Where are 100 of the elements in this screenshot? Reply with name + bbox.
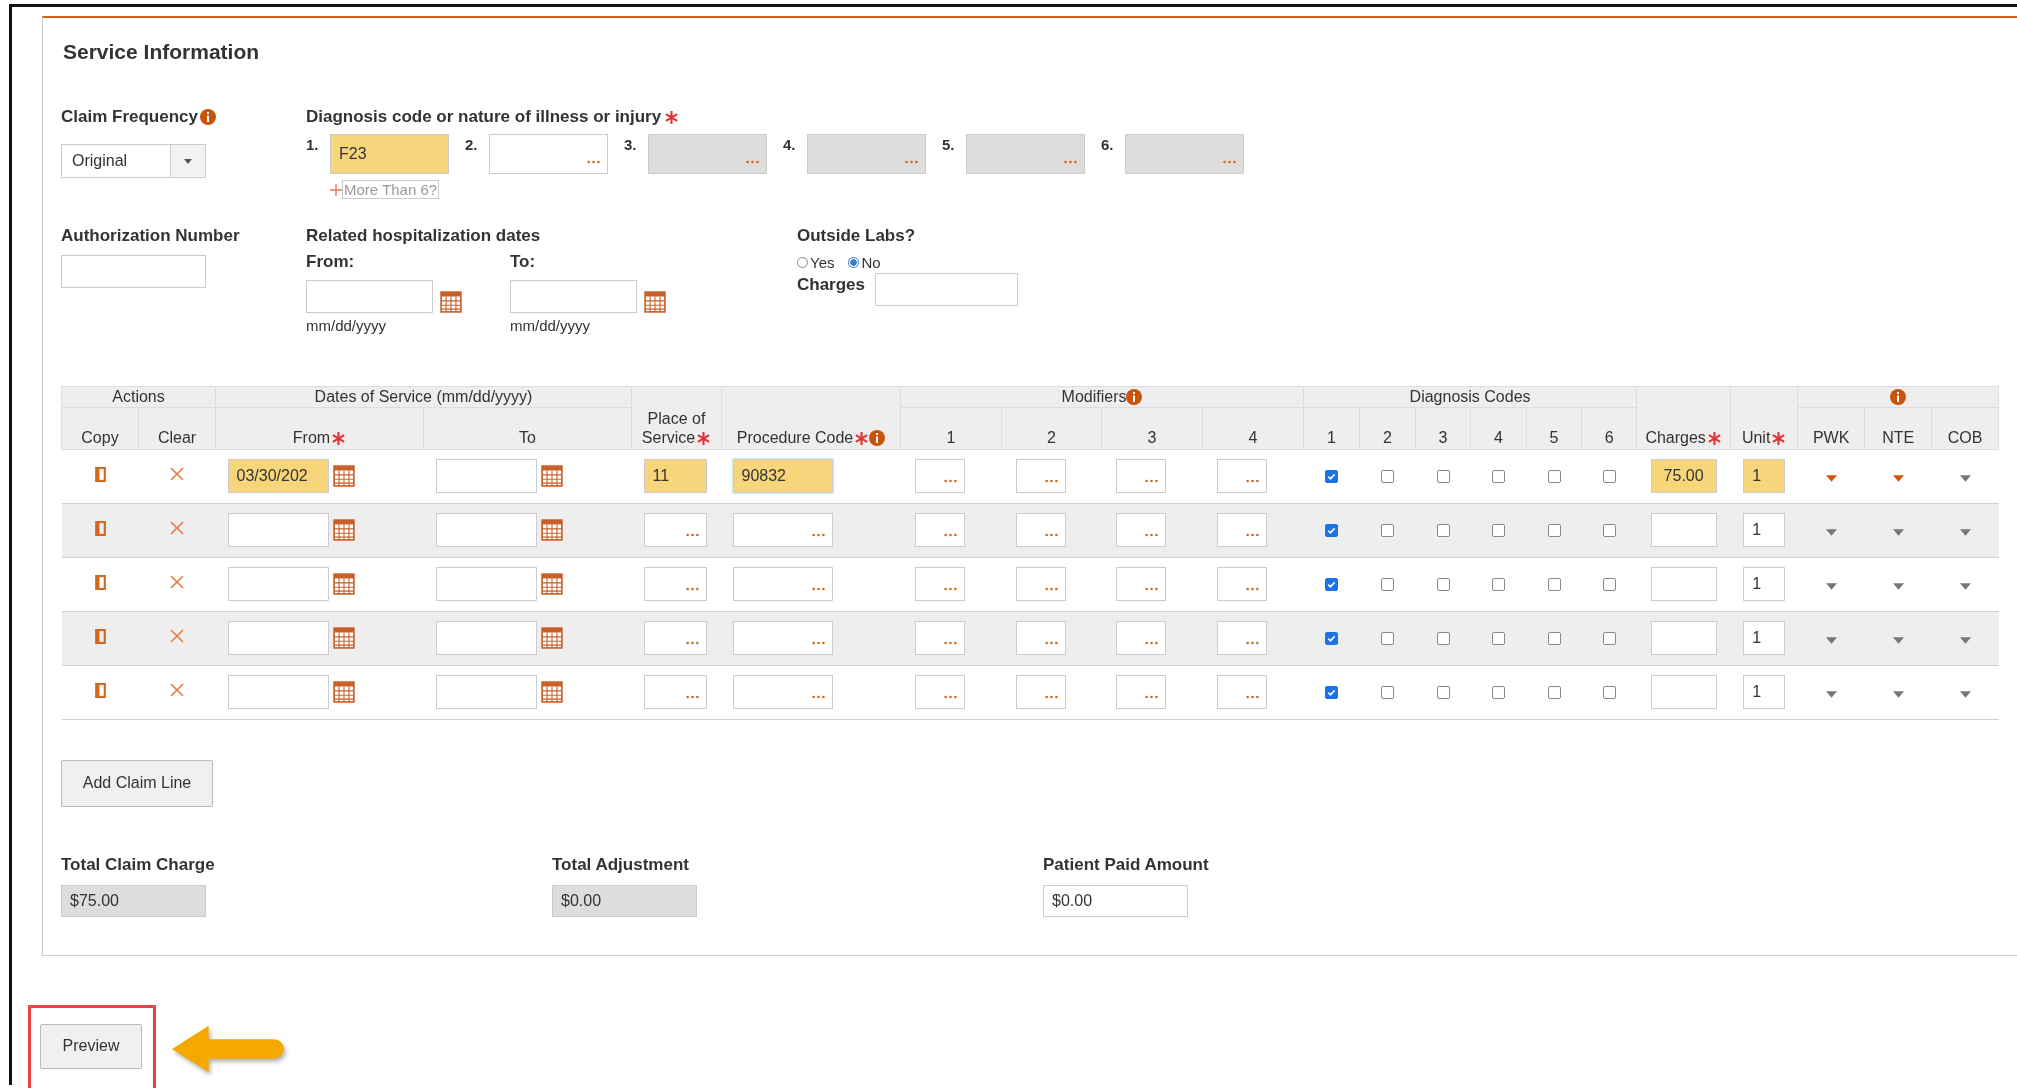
lookup-icon[interactable] <box>1245 587 1259 591</box>
checkbox[interactable] <box>1602 470 1616 484</box>
calendar-icon[interactable] <box>540 627 563 649</box>
calendar-icon[interactable] <box>332 681 355 703</box>
modifier-field[interactable] <box>1015 459 1066 493</box>
charges-field[interactable] <box>1650 675 1717 709</box>
procedure-field[interactable] <box>732 621 833 655</box>
calendar-icon[interactable] <box>332 465 355 487</box>
dropdown-caret-icon[interactable] <box>1825 474 1837 482</box>
dropdown-caret-icon[interactable] <box>1892 474 1904 482</box>
unit-field[interactable]: 1 <box>1743 621 1786 655</box>
charges-field[interactable]: 75.00 <box>1650 459 1717 493</box>
modifier-field[interactable] <box>1115 675 1166 709</box>
lookup-icon[interactable] <box>1144 479 1158 483</box>
diagnosis-field[interactable] <box>489 134 608 174</box>
amount-field[interactable]: $0.00 <box>1043 884 1188 917</box>
calendar-icon[interactable] <box>540 573 563 595</box>
lookup-icon[interactable] <box>685 587 699 591</box>
checkbox[interactable] <box>1436 632 1450 646</box>
clear-icon[interactable] <box>170 575 184 589</box>
dropdown-caret-icon[interactable] <box>1892 636 1904 644</box>
calendar-icon[interactable] <box>332 573 355 595</box>
modifier-field[interactable] <box>914 567 965 601</box>
lookup-icon[interactable] <box>811 641 825 645</box>
checkbox[interactable] <box>1492 578 1506 592</box>
modifier-field[interactable] <box>914 675 965 709</box>
lookup-icon[interactable] <box>1144 641 1158 645</box>
procedure-field[interactable] <box>732 675 833 709</box>
date-field[interactable] <box>435 567 537 601</box>
calendar-icon[interactable] <box>332 627 355 649</box>
lookup-icon[interactable] <box>943 533 957 537</box>
dropdown-caret-icon[interactable] <box>1825 690 1837 698</box>
preview-button[interactable]: Preview <box>40 1023 142 1069</box>
checkbox[interactable] <box>1492 686 1506 700</box>
authorization-field[interactable] <box>61 254 206 288</box>
checkbox[interactable] <box>1381 524 1395 538</box>
unit-field[interactable]: 1 <box>1743 513 1786 547</box>
date-field[interactable] <box>510 279 637 313</box>
lookup-icon[interactable] <box>587 160 600 164</box>
dropdown-caret-icon[interactable] <box>1959 528 1971 536</box>
lookup-icon[interactable] <box>1144 587 1158 591</box>
lookup-icon[interactable] <box>1044 533 1058 537</box>
copy-icon[interactable] <box>94 628 106 644</box>
lookup-icon[interactable] <box>943 641 957 645</box>
checkbox[interactable] <box>1602 578 1616 592</box>
dropdown-caret-icon[interactable] <box>1959 690 1971 698</box>
radio-button[interactable] <box>797 256 808 268</box>
checkbox[interactable] <box>1381 578 1395 592</box>
date-field[interactable] <box>435 621 537 655</box>
date-field[interactable] <box>435 675 537 709</box>
modifier-field[interactable] <box>1216 459 1267 493</box>
lookup-icon[interactable] <box>1245 695 1259 699</box>
charges-field[interactable] <box>1650 513 1717 547</box>
clear-icon[interactable] <box>170 683 184 697</box>
checkbox[interactable] <box>1547 632 1561 646</box>
copy-icon[interactable] <box>94 574 106 590</box>
lookup-icon[interactable] <box>685 533 699 537</box>
copy-icon[interactable] <box>94 520 106 536</box>
lookup-icon[interactable] <box>1044 587 1058 591</box>
dropdown-caret-icon[interactable] <box>1959 474 1971 482</box>
dropdown-caret-icon[interactable] <box>1959 582 1971 590</box>
modifier-field[interactable] <box>1015 621 1066 655</box>
dropdown-caret-icon[interactable] <box>1892 690 1904 698</box>
modifier-field[interactable] <box>1015 513 1066 547</box>
date-field[interactable] <box>227 567 329 601</box>
place-field[interactable] <box>643 567 707 601</box>
diagnosis-field[interactable]: F23 <box>330 134 449 174</box>
lookup-icon[interactable] <box>811 533 825 537</box>
lookup-icon[interactable] <box>811 695 825 699</box>
place-field[interactable] <box>643 621 707 655</box>
charges-field[interactable] <box>1650 567 1717 601</box>
checkbox[interactable] <box>1325 524 1339 538</box>
dropdown-caret-icon[interactable] <box>1959 636 1971 644</box>
checkbox[interactable] <box>1381 632 1395 646</box>
modifier-field[interactable] <box>1015 567 1066 601</box>
modifier-field[interactable] <box>1115 621 1166 655</box>
dropdown-caret-icon[interactable] <box>1892 582 1904 590</box>
calendar-icon[interactable] <box>644 290 666 313</box>
lookup-icon[interactable] <box>1044 479 1058 483</box>
checkbox[interactable] <box>1436 470 1450 484</box>
dropdown-caret-icon[interactable] <box>1825 528 1837 536</box>
lookup-icon[interactable] <box>811 587 825 591</box>
lookup-icon[interactable] <box>943 695 957 699</box>
checkbox[interactable] <box>1547 578 1561 592</box>
modifier-field[interactable] <box>914 513 965 547</box>
checkbox[interactable] <box>1492 524 1506 538</box>
place-field[interactable]: 11 <box>643 459 707 493</box>
dropdown-caret-icon[interactable] <box>1825 582 1837 590</box>
date-field[interactable] <box>435 513 537 547</box>
procedure-field[interactable] <box>732 513 833 547</box>
checkbox[interactable] <box>1547 470 1561 484</box>
lookup-icon[interactable] <box>1044 641 1058 645</box>
dropdown-caret-icon[interactable] <box>1825 636 1837 644</box>
checkbox[interactable] <box>1547 524 1561 538</box>
procedure-field[interactable]: 90832 <box>732 459 833 493</box>
lookup-icon[interactable] <box>1245 641 1259 645</box>
place-field[interactable] <box>643 513 707 547</box>
checkbox[interactable] <box>1492 632 1506 646</box>
amount-field[interactable]: $0.00 <box>552 884 697 917</box>
checkbox[interactable] <box>1325 632 1339 646</box>
